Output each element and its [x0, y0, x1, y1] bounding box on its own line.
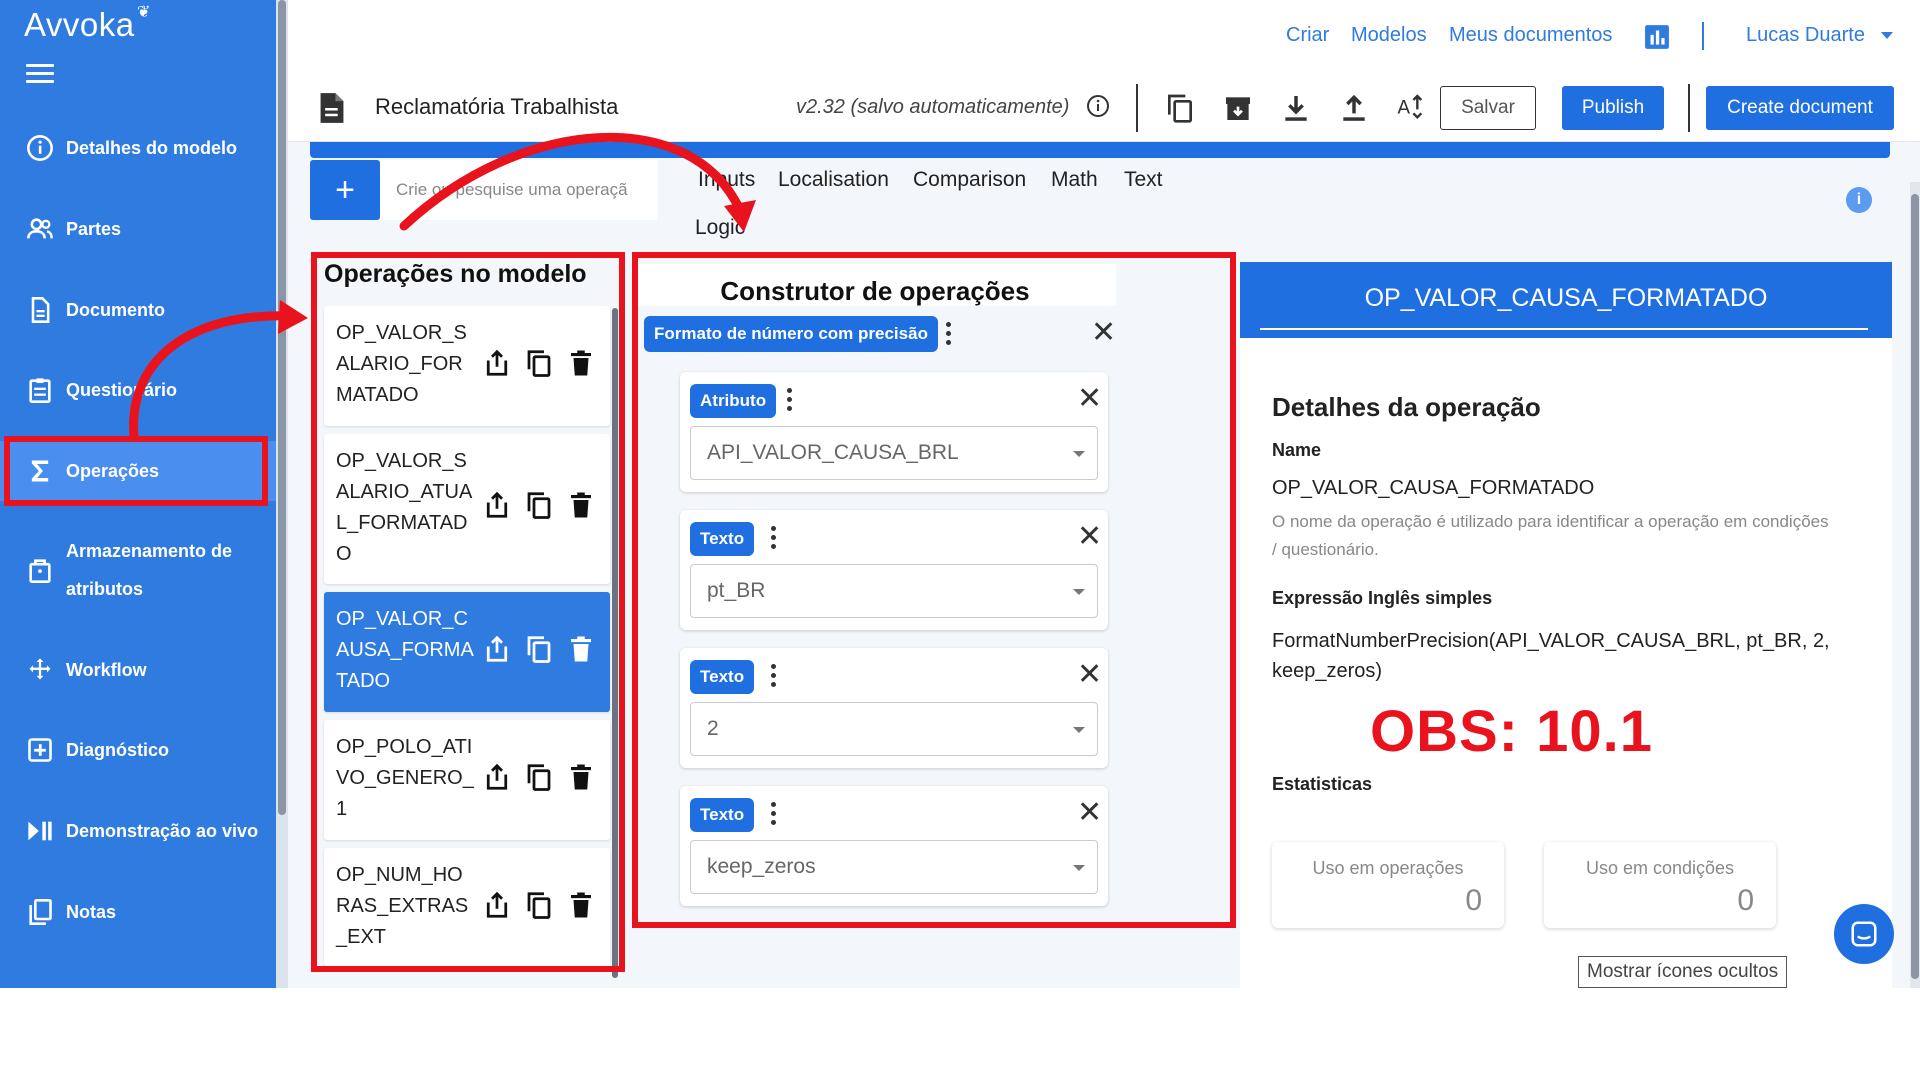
sidebar-item-label: Workflow [66, 660, 147, 680]
sidebar-item-label-line1: Armazenamento de [66, 541, 233, 561]
nav-link-meus-documentos[interactable]: Meus documentos [1449, 24, 1612, 47]
top-navigation: Criar Modelos Meus documentos Lucas Duar… [288, 0, 1920, 74]
stat-value: 0 [1737, 884, 1754, 917]
sidebar-scrollbar-thumb[interactable] [278, 0, 286, 815]
sidebar-item-detalhes-do-modelo[interactable]: Detalhes do modelo [0, 118, 276, 178]
copy-icon[interactable] [1164, 92, 1196, 124]
sidebar-item-notas[interactable]: Notas [0, 882, 276, 942]
expression-value: FormatNumberPrecision(API_VALOR_CAUSA_BR… [1272, 630, 1830, 682]
sidebar-item-label: Notas [66, 902, 117, 922]
annotation-box-operations-list [311, 252, 625, 972]
stat-card: Uso em operações 0 [1272, 842, 1504, 928]
sidebar-item-label: Demonstração ao vivo [66, 821, 259, 841]
tab-inputs[interactable]: Inputs [698, 168, 755, 192]
details-section-title: Detalhes da operação [1272, 392, 1541, 422]
document-icon [320, 93, 344, 123]
bar-chart-icon[interactable] [1644, 24, 1670, 50]
nav-divider [1702, 22, 1704, 50]
translate-icon[interactable]: A [1396, 92, 1428, 124]
sidebar-item-workflow[interactable]: Workflow [0, 640, 276, 700]
play-pause-icon [28, 821, 52, 841]
show-hidden-icons-tooltip: Mostrar ícones ocultos [1578, 956, 1788, 988]
sidebar-item-questionario[interactable]: Questionário [0, 360, 276, 420]
toolbar-divider [1136, 84, 1138, 132]
sidebar-item-label: Documento [66, 300, 165, 320]
logo-leaf-icon: ❦ [137, 4, 151, 21]
sidebar-item-label: Diagnóstico [66, 740, 170, 760]
user-menu[interactable]: Lucas Duarte [1746, 24, 1865, 47]
toolbar-divider [1688, 84, 1690, 132]
annotation-note: OBS: 10.1 [1370, 699, 1653, 764]
sidebar-item-armazenamento-de-atributos[interactable]: Armazenamento de atributos [0, 532, 276, 608]
sidebar-item-label: Partes [66, 219, 122, 239]
tab-localisation[interactable]: Localisation [778, 168, 889, 192]
expression-label: Expressão Inglês simples [1272, 588, 1493, 608]
upload-icon[interactable] [1338, 92, 1370, 124]
name-value[interactable]: OP_VALOR_CAUSA_FORMATADO [1272, 477, 1594, 500]
clipboard-icon [29, 378, 51, 403]
stat-value: 0 [1465, 884, 1482, 917]
name-label: Name [1272, 440, 1322, 460]
archive-icon[interactable] [1222, 92, 1254, 124]
name-hint: O nome da operação é utilizado para iden… [1272, 512, 1829, 559]
notes-icon [29, 899, 52, 925]
sidebar-item-label: Detalhes do modelo [66, 138, 238, 158]
chat-launcher-button[interactable] [1834, 904, 1894, 964]
stat-card: Uso em condições 0 [1544, 842, 1776, 928]
tab-math[interactable]: Math [1051, 168, 1098, 192]
sidebar-item-label: Questionário [66, 380, 178, 400]
svg-text:A: A [1397, 97, 1410, 118]
details-header: OP_VALOR_CAUSA_FORMATADO [1240, 262, 1892, 338]
save-button[interactable]: Salvar [1440, 86, 1536, 130]
add-operation-button[interactable]: + [310, 160, 380, 220]
operation-search-input[interactable]: Crie ou pesquise uma operaçã [380, 160, 658, 220]
create-document-button[interactable]: Create document [1706, 86, 1894, 130]
document-toolbar: Reclamatória Trabalhista v2.32 (salvo au… [288, 74, 1920, 142]
operation-details-panel: OP_VALOR_CAUSA_FORMATADO Detalhes da ope… [1240, 262, 1892, 988]
sidebar-scrollbar[interactable] [276, 0, 288, 988]
tab-text[interactable]: Text [1124, 168, 1163, 192]
sidebar-item-label-line2: atributos [66, 579, 144, 599]
sidebar-item-diagnostico[interactable]: Diagnóstico [0, 720, 276, 780]
details-header-underline [1260, 328, 1868, 330]
document-title[interactable]: Reclamatória Trabalhista [375, 94, 618, 120]
screenshot-stage: Avvoka ❦ Detalhes do modelo Partes Docum… [0, 0, 1920, 1080]
workflow-icon [29, 658, 51, 680]
people-icon [27, 218, 53, 239]
nav-link-modelos[interactable]: Modelos [1351, 24, 1427, 47]
publish-button[interactable]: Publish [1562, 86, 1664, 130]
stats-label: Estatisticas [1272, 774, 1373, 794]
logo: Avvoka [24, 6, 135, 43]
info-icon[interactable]: i [1846, 187, 1872, 213]
plus-box-icon [28, 738, 52, 762]
version-status: v2.32 (salvo automaticamente) [796, 96, 1070, 118]
details-header-title: OP_VALOR_CAUSA_FORMATADO [1364, 284, 1768, 312]
annotation-box-operacoes [4, 436, 268, 506]
tab-logic[interactable]: Logic [695, 216, 745, 240]
document-icon [31, 297, 50, 323]
info-icon [27, 135, 53, 161]
chevron-down-icon[interactable] [1881, 32, 1893, 39]
stat-label: Uso em condições [1585, 858, 1735, 878]
info-outline-icon[interactable] [1086, 94, 1110, 118]
sidebar-item-partes[interactable]: Partes [0, 199, 276, 259]
download-icon[interactable] [1280, 92, 1312, 124]
hamburger-menu-icon[interactable] [26, 64, 54, 84]
bag-icon [29, 559, 51, 583]
stat-label: Uso em operações [1312, 858, 1464, 878]
tab-comparison[interactable]: Comparison [913, 168, 1026, 192]
content-scrollbar-thumb[interactable] [1911, 194, 1919, 979]
annotation-box-builder [632, 252, 1236, 928]
nav-link-criar[interactable]: Criar [1286, 24, 1329, 47]
sidebar-item-demonstracao-ao-vivo[interactable]: Demonstração ao vivo [0, 801, 276, 861]
chat-icon [1851, 921, 1877, 947]
top-accent-strip [310, 142, 1890, 158]
sidebar-item-documento[interactable]: Documento [0, 280, 276, 340]
content-scrollbar[interactable] [1910, 182, 1920, 988]
